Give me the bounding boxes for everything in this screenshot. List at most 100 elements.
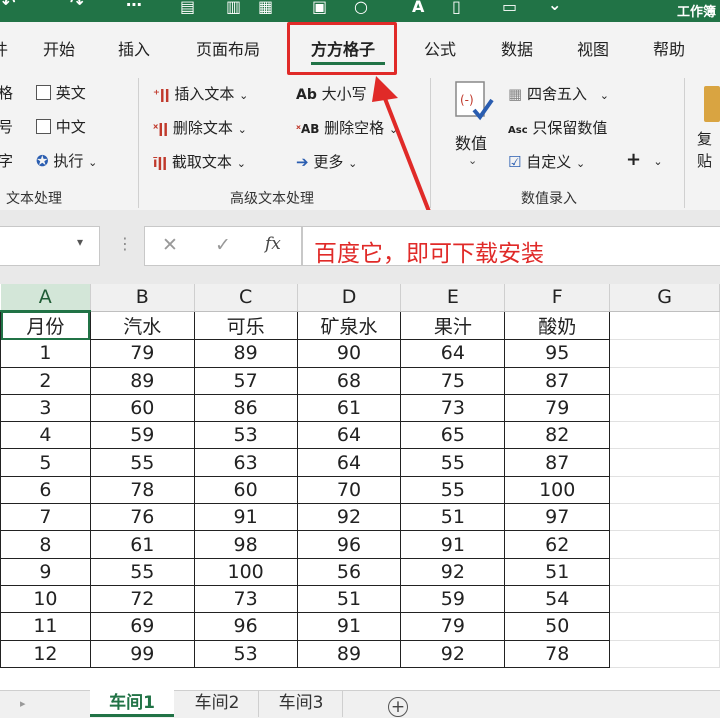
shapes-icon[interactable]: ○	[354, 0, 368, 16]
data-cell[interactable]: 1	[0, 339, 91, 368]
column-header-f[interactable]: F	[504, 284, 611, 312]
data-cell[interactable]: 12	[0, 639, 91, 668]
data-cell[interactable]: 78	[89, 475, 195, 505]
more-button[interactable]: ➔ 更多 ⌄	[296, 151, 357, 172]
data-cell[interactable]: 91	[296, 612, 402, 641]
column-header-g[interactable]: G	[609, 284, 720, 312]
worksheet-grid[interactable]: A B C D E F G 月份 汽水 可乐 矿泉水 果汁 酸奶 1 79 89 90 64 95 2 89 57 68 75…	[0, 284, 720, 668]
data-cell[interactable]: 89	[193, 339, 298, 368]
english-checkbox[interactable]: 英文	[36, 82, 86, 103]
data-cell[interactable]: 100	[193, 557, 298, 586]
empty-cell[interactable]	[609, 367, 720, 395]
data-cell[interactable]: 97	[504, 503, 611, 532]
value-large-icon[interactable]: (-)	[452, 80, 494, 122]
delete-text-button[interactable]: ˣǀǀ 删除文本 ⌄	[153, 117, 247, 138]
data-cell[interactable]: 61	[89, 530, 195, 559]
empty-cell[interactable]	[609, 503, 720, 532]
data-cell[interactable]: 78	[504, 639, 611, 668]
data-cell[interactable]: 75	[400, 366, 506, 395]
ribbon-partial-label-3[interactable]: 字	[0, 150, 13, 171]
empty-cell[interactable]	[609, 530, 720, 559]
document-icon[interactable]: ▯	[452, 0, 461, 16]
data-cell[interactable]: 53	[193, 421, 298, 450]
sheet-tab-workshop3[interactable]: 车间3	[260, 690, 343, 717]
sheet-tab-workshop2[interactable]: 车间2	[176, 690, 259, 717]
tab-view[interactable]: 视图	[577, 36, 609, 60]
data-cell[interactable]: 57	[193, 366, 298, 395]
column-header-d[interactable]: D	[297, 284, 402, 312]
header-cell[interactable]: 可乐	[193, 310, 298, 341]
empty-cell[interactable]	[609, 339, 720, 368]
tab-file-partial[interactable]: 件	[0, 36, 8, 60]
data-cell[interactable]: 55	[89, 557, 195, 586]
column-header-c[interactable]: C	[194, 284, 298, 312]
data-cell[interactable]: 95	[504, 339, 611, 368]
data-cell[interactable]: 50	[504, 612, 611, 641]
empty-cell[interactable]	[609, 448, 720, 477]
data-cell[interactable]: 98	[193, 530, 298, 559]
fx-icon[interactable]: fx	[265, 234, 281, 254]
empty-cell[interactable]	[609, 476, 720, 505]
data-cell[interactable]: 89	[89, 366, 195, 395]
data-cell[interactable]: 79	[89, 339, 195, 368]
data-cell[interactable]: 70	[296, 475, 402, 505]
data-cell[interactable]: 59	[89, 421, 195, 450]
clipboard-icon[interactable]	[704, 86, 720, 122]
plus-button[interactable]: + ⌄	[626, 149, 663, 170]
execute-button[interactable]: ✪ 执行 ⌄	[36, 150, 97, 171]
data-cell[interactable]: 51	[296, 584, 402, 614]
name-box[interactable]: ▾	[0, 226, 100, 266]
data-cell[interactable]: 92	[400, 557, 506, 586]
data-cell[interactable]: 2	[0, 366, 91, 395]
tab-home[interactable]: 开始	[43, 36, 75, 60]
data-cell[interactable]: 7	[0, 503, 91, 532]
ribbon-partial-label-1[interactable]: 格	[0, 82, 13, 103]
data-cell[interactable]: 96	[296, 530, 402, 559]
data-cell[interactable]: 79	[504, 393, 611, 423]
text-a-icon[interactable]: A	[412, 0, 424, 16]
quick-access-dropdown-icon[interactable]: ⌄	[548, 0, 561, 14]
data-cell[interactable]: 79	[400, 612, 506, 641]
data-cell[interactable]: 90	[296, 339, 402, 368]
data-cell[interactable]: 54	[504, 584, 611, 614]
sheet-tab-workshop1[interactable]: 车间1	[90, 690, 174, 717]
column-header-a[interactable]: A	[0, 284, 91, 313]
data-cell[interactable]: 65	[400, 421, 506, 450]
data-cell[interactable]: 64	[296, 421, 402, 450]
custom-button[interactable]: ☑ 自定义 ⌄	[508, 151, 585, 172]
undo-icon[interactable]: ↶	[2, 0, 15, 12]
data-cell[interactable]: 62	[504, 530, 611, 559]
data-cell[interactable]: 96	[193, 612, 298, 641]
data-cell[interactable]: 8	[0, 530, 91, 559]
data-cell[interactable]: 76	[89, 503, 195, 532]
data-cell[interactable]: 60	[193, 475, 298, 505]
box-icon[interactable]: ▣	[312, 0, 327, 16]
form-icon[interactable]: ▤	[180, 0, 195, 16]
confirm-icon[interactable]: ✓	[215, 234, 231, 256]
extract-text-button[interactable]: ĩǀǀ 截取文本 ⌄	[153, 151, 246, 172]
data-cell[interactable]: 87	[504, 366, 611, 395]
data-cell[interactable]: 51	[400, 503, 506, 532]
save-icon[interactable]: ▭	[502, 0, 517, 16]
add-sheet-icon[interactable]: +	[388, 697, 408, 717]
header-cell[interactable]: 酸奶	[504, 310, 611, 341]
data-cell[interactable]: 61	[296, 393, 402, 423]
drag-handle-icon[interactable]: ⋮	[117, 234, 133, 253]
empty-cell[interactable]	[609, 585, 720, 614]
data-cell[interactable]: 6	[0, 475, 91, 505]
chevron-down-icon[interactable]: ⌄	[468, 154, 477, 167]
empty-cell[interactable]	[609, 640, 720, 668]
data-cell[interactable]: 100	[504, 475, 611, 505]
empty-cell[interactable]	[609, 421, 720, 450]
empty-cell[interactable]	[609, 558, 720, 586]
empty-cell[interactable]	[609, 394, 720, 423]
data-cell[interactable]: 55	[89, 448, 195, 477]
data-cell[interactable]: 53	[193, 639, 298, 668]
column-header-b[interactable]: B	[90, 284, 195, 312]
scroll-left-icon[interactable]: ▸	[20, 697, 26, 710]
round-button[interactable]: ▦ 四舍五入 ⌄	[508, 83, 609, 104]
copy-paste-label-top[interactable]: 复	[697, 128, 712, 149]
header-cell[interactable]: 汽水	[89, 310, 195, 341]
data-cell[interactable]: 68	[296, 366, 402, 395]
data-cell[interactable]: 9	[0, 557, 91, 586]
